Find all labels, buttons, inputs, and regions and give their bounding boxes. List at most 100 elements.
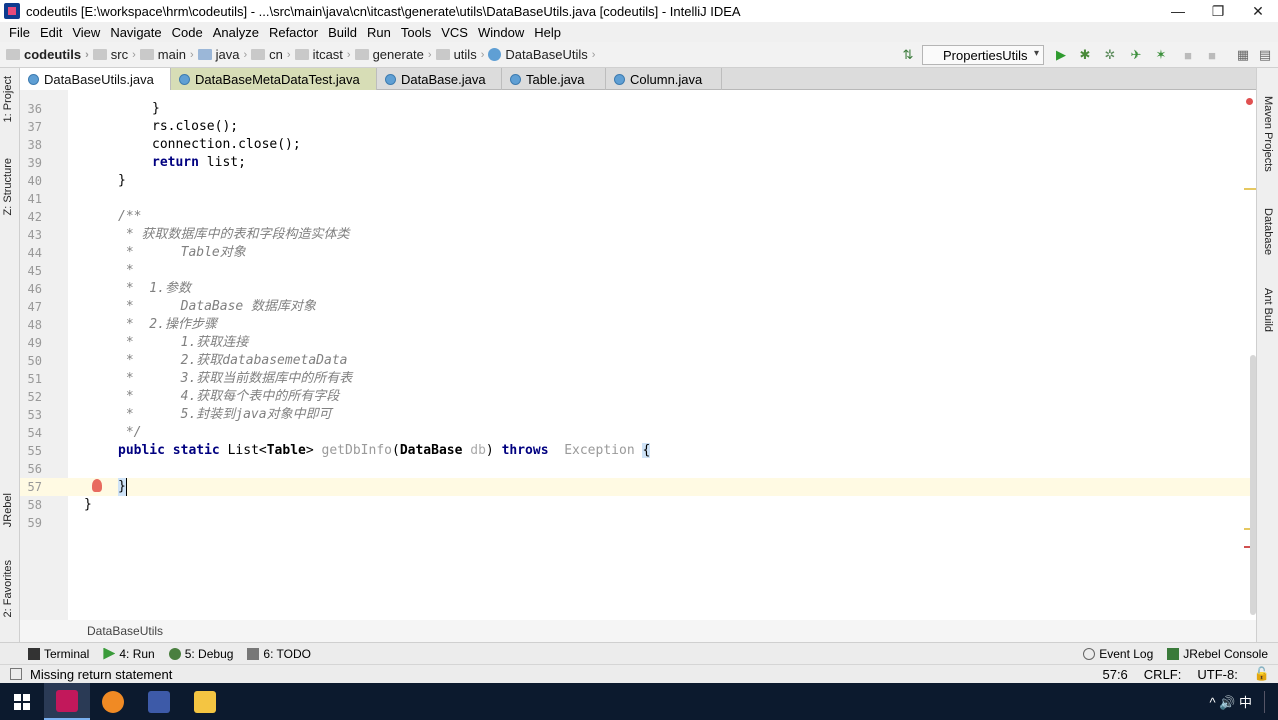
breadcrumb-label: generate (372, 47, 424, 62)
run-tool-button[interactable]: 4: Run (103, 646, 155, 661)
menu-help[interactable]: Help (529, 25, 566, 40)
editor-breadcrumb[interactable]: DataBaseUtils (20, 620, 1256, 642)
breadcrumb-item[interactable]: java › (197, 47, 248, 62)
tool-jrebel[interactable]: JRebel (2, 493, 14, 527)
code-editor[interactable]: 36} 37 rs.close(); 38 connection.close(); … (20, 90, 1256, 620)
breadcrumb-label: cn (269, 47, 283, 62)
tool-maven-projects[interactable]: Maven Projects (1262, 96, 1274, 172)
run-configuration-select[interactable]: PropertiesUtils ▾ (922, 45, 1044, 65)
tool-window-toggle-icon[interactable] (10, 668, 22, 680)
code-text: ( (391, 443, 400, 458)
sdk-icon[interactable]: ▤ (1257, 47, 1273, 63)
comment-text: * Table对象 (118, 245, 246, 260)
tab-column[interactable]: Column.java (606, 68, 722, 90)
tool-project[interactable]: 1: Project (2, 76, 14, 122)
todo-tool-button[interactable]: 6: TODO (247, 647, 311, 661)
chevron-right-icon: › (427, 48, 432, 61)
status-message: Missing return statement (30, 666, 173, 682)
breadcrumb-item[interactable]: codeutils › (6, 47, 89, 62)
tool-favorites[interactable]: 2: Favorites (2, 560, 14, 617)
coverage-icon[interactable]: ✲ (1102, 47, 1118, 63)
chevron-right-icon: › (243, 48, 248, 61)
tray-icons[interactable]: ^ 🔊 中 (1209, 692, 1252, 711)
chevron-right-icon: › (346, 48, 351, 61)
line-number: 52 (27, 390, 42, 404)
taskbar-intellij[interactable] (44, 683, 90, 720)
breadcrumb-item[interactable]: src › (92, 47, 136, 62)
tab-table[interactable]: Table.java (502, 68, 606, 90)
breadcrumb-item[interactable]: generate › (354, 47, 432, 62)
tool-structure[interactable]: Z: Structure (2, 158, 14, 215)
exception-type: Exception (564, 443, 635, 458)
menu-edit[interactable]: Edit (35, 25, 67, 40)
show-desktop-button[interactable] (1264, 690, 1274, 713)
breadcrumb-item[interactable]: itcast › (294, 47, 351, 62)
vertical-scrollbar[interactable] (1250, 355, 1256, 615)
warning-marker[interactable] (1244, 188, 1256, 190)
code-line: 53 * 5.封装到java对象中即可 (20, 406, 1256, 424)
jrebel-debug-icon[interactable]: ✶ (1153, 47, 1169, 63)
menu-window[interactable]: Window (473, 25, 529, 40)
menu-file[interactable]: File (4, 25, 35, 40)
breadcrumb-item[interactable]: main › (139, 47, 194, 62)
menu-navigate[interactable]: Navigate (105, 25, 166, 40)
debug-tool-button[interactable]: 5: Debug (168, 647, 233, 661)
code-line: 36} (20, 100, 1256, 118)
menu-refactor[interactable]: Refactor (264, 25, 323, 40)
line-number: 55 (27, 444, 42, 458)
menu-vcs[interactable]: VCS (436, 25, 473, 40)
stop-all-icon[interactable]: ■ (1204, 47, 1220, 63)
chevron-right-icon: › (591, 48, 596, 61)
start-button[interactable] (0, 683, 44, 720)
tool-ant-build[interactable]: Ant Build (1262, 288, 1274, 332)
line-separator[interactable]: CRLF: (1144, 667, 1182, 682)
tab-database[interactable]: DataBase.java (377, 68, 502, 90)
build-sort-icon[interactable]: ⇅ (900, 47, 916, 63)
file-encoding[interactable]: UTF-8: (1197, 667, 1237, 682)
run-icon[interactable]: ▶ (1053, 47, 1069, 63)
menu-build[interactable]: Build (323, 25, 362, 40)
project-structure-icon[interactable]: ▦ (1235, 47, 1251, 63)
tool-database[interactable]: Database (1262, 208, 1274, 255)
taskbar-explorer[interactable] (182, 683, 228, 720)
error-indicator-icon[interactable] (1246, 98, 1253, 105)
code-text: (); (277, 137, 301, 152)
breadcrumb-item[interactable]: cn › (251, 47, 291, 62)
taskbar-firefox[interactable] (90, 683, 136, 720)
minimize-button[interactable]: — (1158, 0, 1198, 22)
menu-tools[interactable]: Tools (396, 25, 436, 40)
menu-run[interactable]: Run (362, 25, 396, 40)
lock-icon[interactable]: 🔓 (1254, 666, 1270, 682)
code-line-current: 57} (20, 478, 1256, 496)
breadcrumb-item[interactable]: utils › (435, 47, 484, 62)
caret-position[interactable]: 57:6 (1102, 667, 1127, 682)
menu-code[interactable]: Code (167, 25, 208, 40)
taskbar-app[interactable] (136, 683, 182, 720)
line-number: 37 (27, 120, 42, 134)
code-line: 38 connection.close(); (20, 136, 1256, 154)
close-button[interactable]: ✕ (1238, 0, 1278, 22)
tab-databaseutils[interactable]: DataBaseUtils.java (20, 68, 171, 90)
event-log-button[interactable]: Event Log (1083, 647, 1153, 661)
code-line: 56 (20, 460, 1256, 478)
code-text: DataBase (399, 443, 463, 458)
line-number: 36 (27, 102, 42, 116)
breadcrumb-label: codeutils (24, 47, 82, 62)
comment-text: * (118, 263, 134, 278)
stop-icon[interactable]: ■ (1180, 47, 1196, 63)
breadcrumb-label: main (157, 47, 186, 62)
tool-label: 4: Run (119, 646, 155, 661)
jrebel-run-icon[interactable]: ✈ (1128, 47, 1144, 63)
parameter-name: db (470, 443, 486, 458)
menu-analyze[interactable]: Analyze (208, 25, 264, 40)
tab-databasemetadatatest[interactable]: DataBaseMetaDataTest.java (171, 68, 377, 90)
debug-icon[interactable]: ✱ (1077, 47, 1093, 63)
menu-view[interactable]: View (67, 25, 105, 40)
jrebel-console-button[interactable]: JRebel Console (1167, 647, 1268, 661)
code-line: 44 * Table对象 (20, 244, 1256, 262)
lightbulb-icon[interactable] (92, 479, 102, 492)
terminal-tool-button[interactable]: Terminal (28, 647, 89, 661)
breadcrumb-item[interactable]: DataBaseUtils › (488, 47, 595, 62)
restore-button[interactable]: ❐ (1198, 0, 1238, 22)
code-text: rs.close (152, 119, 215, 134)
